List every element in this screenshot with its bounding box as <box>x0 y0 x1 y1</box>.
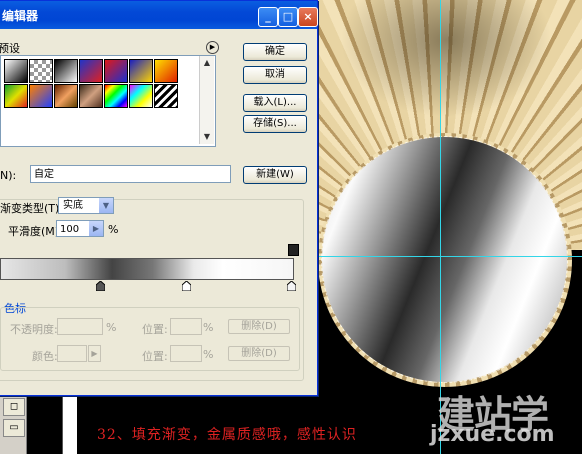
screen-mode-icon[interactable]: ▭ <box>3 419 25 437</box>
opacity-unit: % <box>106 321 117 334</box>
presets-menu-icon[interactable]: ▶ <box>206 41 219 54</box>
presets-scrollbar[interactable]: ▲ ▼ <box>199 56 214 144</box>
opacity-label: 不透明度: <box>10 323 58 336</box>
tools-panel: ◻ ▭ <box>0 392 27 454</box>
vertical-ruler <box>62 392 77 454</box>
ok-button[interactable]: 确定 <box>243 43 307 61</box>
smoothness-label: 平滑度(M): <box>8 225 63 238</box>
delete-color-stop-button[interactable]: 删除(D) <box>228 346 290 361</box>
gradient-editor-dialog: 编辑器 _ □ × 预设 ▶ ▲ ▼ 确定 取消 载入(L)... 存储(S).… <box>0 0 318 396</box>
opacity-stop-icon[interactable] <box>288 244 299 256</box>
smoothness-field[interactable]: 100 ▶ <box>56 220 104 237</box>
color-stop-light-icon[interactable] <box>181 280 192 292</box>
preset-swatch[interactable] <box>29 84 53 108</box>
horizontal-guide[interactable] <box>316 256 582 257</box>
name-field[interactable]: 自定 <box>30 165 231 183</box>
preset-swatch[interactable] <box>79 84 103 108</box>
metal-gradient-circle-selection[interactable] <box>321 136 568 383</box>
color-location-unit: % <box>203 348 214 361</box>
preset-swatch[interactable] <box>29 59 53 83</box>
gradient-preview-bar[interactable] <box>0 258 294 280</box>
color-swatch-field[interactable] <box>57 345 87 362</box>
preset-swatch[interactable] <box>154 59 178 83</box>
opacity-location-field[interactable] <box>170 318 202 335</box>
color-stop-dark-icon[interactable] <box>95 280 106 292</box>
color-location-field[interactable] <box>170 345 202 362</box>
gradient-type-label: 渐变类型(T): <box>0 202 64 215</box>
color-menu-icon[interactable]: ▶ <box>88 345 101 362</box>
dialog-titlebar[interactable]: 编辑器 _ □ × <box>0 1 318 29</box>
tutorial-caption: 32、填充渐变，金属质感哦，感性认识 <box>97 427 357 443</box>
preset-swatch[interactable] <box>104 84 128 108</box>
presets-label: 预设 <box>0 42 20 55</box>
new-button[interactable]: 新建(W) <box>243 166 307 184</box>
preset-swatch[interactable] <box>4 59 28 83</box>
chevron-down-icon[interactable]: ▼ <box>99 198 113 213</box>
preset-swatch[interactable] <box>54 59 78 83</box>
quickmask-icon[interactable]: ◻ <box>3 398 25 416</box>
scroll-down-icon[interactable]: ▼ <box>200 130 214 144</box>
minimize-button[interactable]: _ <box>258 7 278 27</box>
preset-swatch[interactable] <box>129 84 153 108</box>
color-label: 颜色: <box>32 350 58 363</box>
color-stop-end-icon[interactable] <box>286 280 297 292</box>
save-button[interactable]: 存储(S)... <box>243 115 307 133</box>
gradient-type-value: 实底 <box>63 200 83 211</box>
smoothness-popup-icon[interactable]: ▶ <box>89 221 103 236</box>
delete-opacity-stop-button[interactable]: 删除(D) <box>228 319 290 334</box>
maximize-button[interactable]: □ <box>278 7 298 27</box>
name-label: N): <box>0 169 17 182</box>
opacity-location-unit: % <box>203 321 214 334</box>
preset-swatch[interactable] <box>129 59 153 83</box>
smoothness-unit: % <box>108 223 119 236</box>
opacity-location-label: 位置: <box>142 323 168 336</box>
preset-swatch[interactable] <box>79 59 103 83</box>
dialog-title: 编辑器 <box>2 9 39 23</box>
close-button[interactable]: × <box>298 7 318 27</box>
cancel-button[interactable]: 取消 <box>243 66 307 84</box>
presets-list[interactable] <box>0 55 216 147</box>
color-location-label: 位置: <box>142 350 168 363</box>
preset-swatch[interactable] <box>104 59 128 83</box>
smoothness-value: 100 <box>60 224 80 235</box>
watermark-url: jzxue.com <box>430 422 555 447</box>
gradient-type-select[interactable]: 实底 ▼ <box>58 197 114 214</box>
preset-swatch[interactable] <box>54 84 78 108</box>
preset-swatch[interactable] <box>154 84 178 108</box>
preset-swatch[interactable] <box>4 84 28 108</box>
scroll-up-icon[interactable]: ▲ <box>200 56 214 70</box>
load-button[interactable]: 载入(L)... <box>243 94 307 112</box>
opacity-field[interactable] <box>57 318 103 335</box>
